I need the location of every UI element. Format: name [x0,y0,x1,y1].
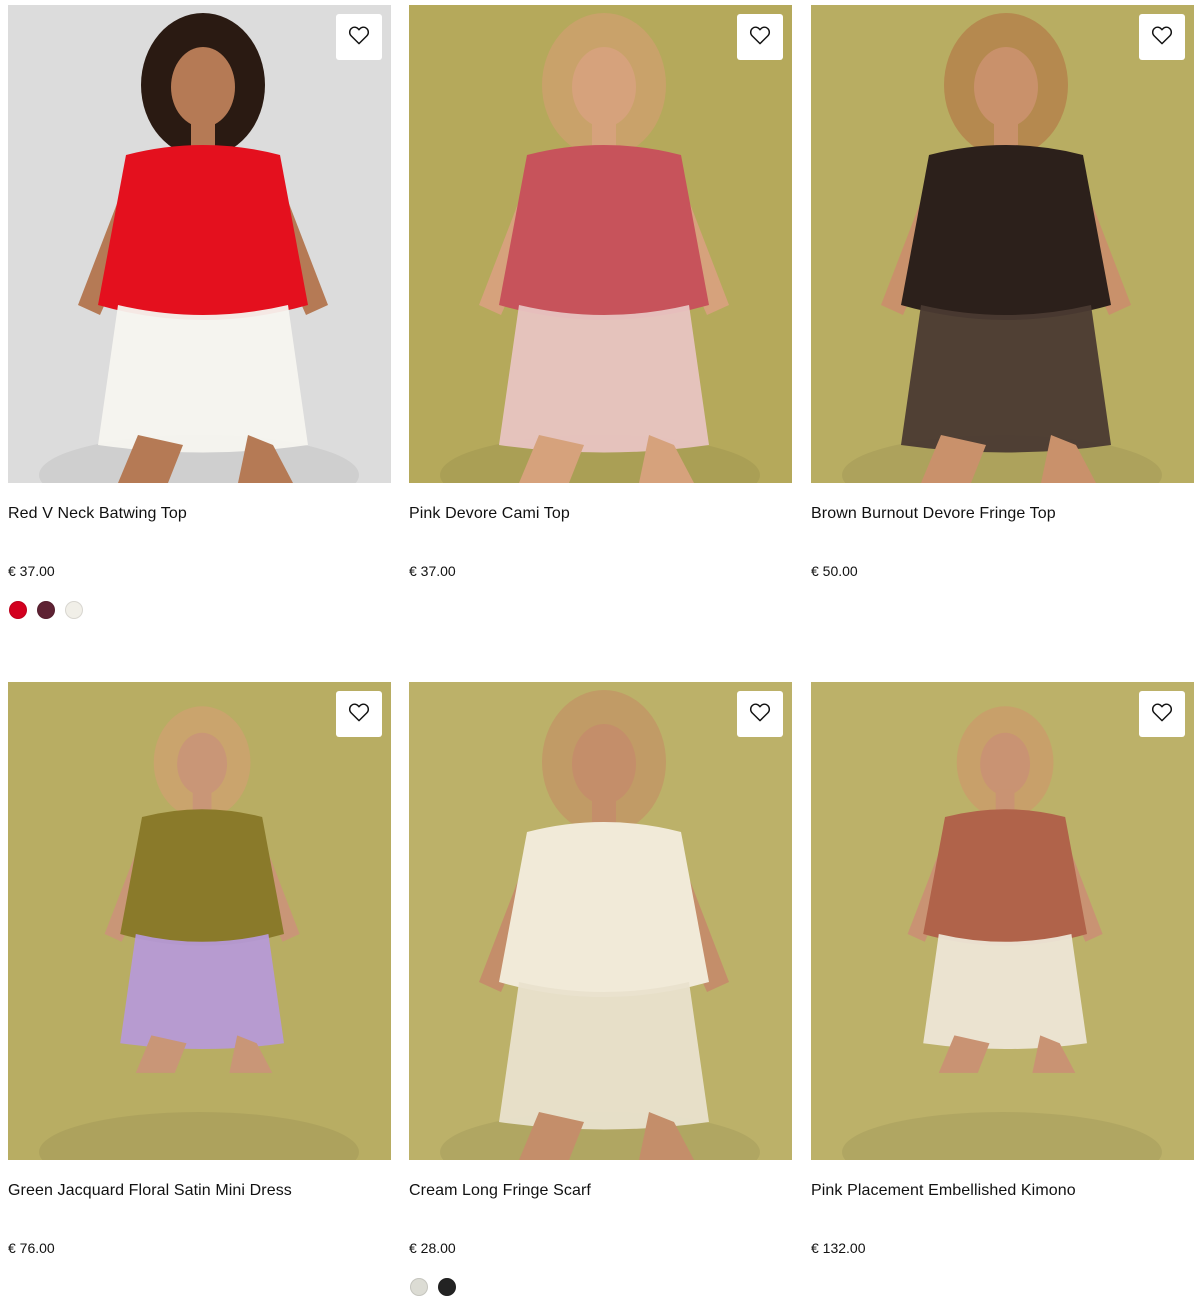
product-price: € 28.00 [409,1240,456,1256]
color-swatch[interactable] [438,1278,456,1296]
heart-outline-icon [348,702,370,727]
color-swatch[interactable] [65,601,83,619]
product-price: € 132.00 [811,1240,866,1256]
product-name[interactable]: Pink Devore Cami Top [409,505,570,523]
color-swatches [410,1278,456,1296]
wishlist-button[interactable] [737,14,783,60]
wishlist-button[interactable] [1139,14,1185,60]
color-swatches [9,601,83,619]
heart-outline-icon [749,25,771,50]
wishlist-button[interactable] [336,14,382,60]
product-name[interactable]: Brown Burnout Devore Fringe Top [811,505,1056,523]
product-image[interactable] [8,682,391,1160]
product-price: € 76.00 [8,1240,55,1256]
wishlist-button[interactable] [737,691,783,737]
product-grid: Red V Neck Batwing Top € 37.00 Pink Devore… [0,0,1200,1305]
product-name[interactable]: Green Jacquard Floral Satin Mini Dress [8,1182,292,1200]
product-image[interactable] [8,5,391,483]
product-price: € 50.00 [811,563,858,579]
color-swatch[interactable] [37,601,55,619]
heart-outline-icon [348,25,370,50]
wishlist-button[interactable] [336,691,382,737]
product-name[interactable]: Cream Long Fringe Scarf [409,1182,591,1200]
color-swatch[interactable] [410,1278,428,1296]
product-price: € 37.00 [8,563,55,579]
product-image[interactable] [811,5,1194,483]
product-image[interactable] [811,682,1194,1160]
heart-outline-icon [1151,702,1173,727]
product-price: € 37.00 [409,563,456,579]
heart-outline-icon [749,702,771,727]
wishlist-button[interactable] [1139,691,1185,737]
heart-outline-icon [1151,25,1173,50]
product-name[interactable]: Pink Placement Embellished Kimono [811,1182,1076,1200]
product-image[interactable] [409,5,792,483]
product-image[interactable] [409,682,792,1160]
color-swatch[interactable] [9,601,27,619]
product-name[interactable]: Red V Neck Batwing Top [8,505,187,523]
